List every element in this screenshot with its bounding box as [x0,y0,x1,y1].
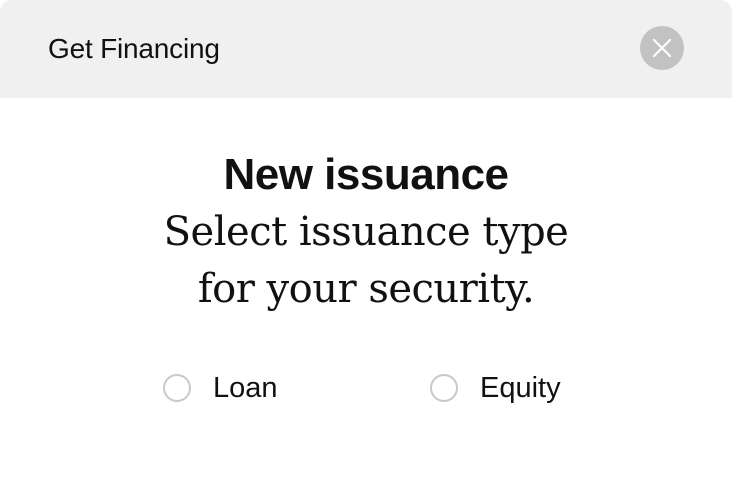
loan-label: Loan [213,372,278,404]
dialog-title: Get Financing [48,33,220,64]
issuance-type-options: Loan Equity [0,368,732,408]
equity-option[interactable]: Equity [430,368,561,408]
loan-option[interactable]: Loan [163,368,278,408]
dialog-content: New issuance Select issuance type for yo… [0,98,732,492]
issuance-type-prompt: Select issuance type for your security. [0,204,732,318]
dialog-header: Get Financing [0,0,732,98]
prompt-line-1: Select issuance type [163,209,569,255]
equity-label: Equity [480,372,561,404]
new-issuance-heading: New issuance [223,150,509,199]
close-icon [652,38,672,58]
loan-radio[interactable] [163,374,191,402]
equity-radio[interactable] [430,374,458,402]
prompt-line-2: for your security. [197,266,535,312]
get-financing-dialog: Get Financing New issuance Select issuan… [0,0,732,492]
close-button[interactable] [640,26,684,70]
